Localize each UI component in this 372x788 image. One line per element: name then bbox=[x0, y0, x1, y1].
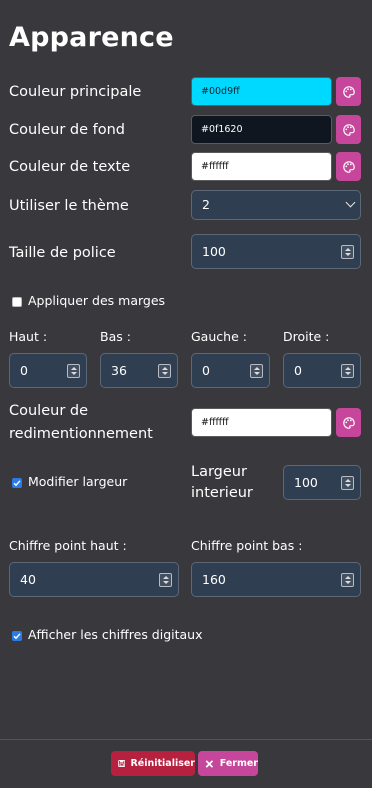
text-color-picker-button[interactable] bbox=[336, 152, 361, 181]
digit-top-value: 40 bbox=[20, 572, 36, 587]
resize-color-label-line2: redimentionnement bbox=[9, 426, 153, 442]
modify-width-checkbox[interactable] bbox=[12, 478, 22, 488]
theme-select-value: 2 bbox=[202, 197, 210, 212]
spinner-icon[interactable] bbox=[341, 476, 354, 490]
spinner-icon[interactable] bbox=[341, 245, 354, 259]
spinner-icon[interactable] bbox=[250, 364, 263, 378]
palette-icon bbox=[342, 123, 355, 136]
digit-bottom-input[interactable]: 160 bbox=[191, 562, 361, 597]
margin-left-input[interactable]: 0 bbox=[191, 353, 270, 388]
reset-button-label: Réinitialiser bbox=[130, 758, 195, 769]
font-size-label: Taille de police bbox=[9, 245, 116, 261]
digit-top-input[interactable]: 40 bbox=[9, 562, 179, 597]
background-color-input[interactable]: #0f1620 bbox=[191, 115, 332, 144]
palette-icon bbox=[342, 85, 355, 98]
page-title: Apparence bbox=[9, 22, 174, 53]
digit-bottom-value: 160 bbox=[202, 572, 226, 587]
resize-color-picker-button[interactable] bbox=[336, 408, 361, 437]
margin-top-input[interactable]: 0 bbox=[9, 353, 87, 388]
text-color-input[interactable]: #ffffff bbox=[191, 152, 332, 181]
primary-color-label: Couleur principale bbox=[9, 84, 142, 100]
theme-select[interactable]: 2 bbox=[191, 190, 361, 220]
digit-top-label: Chiffre point haut : bbox=[9, 538, 127, 553]
spinner-icon[interactable] bbox=[341, 573, 354, 587]
digit-bottom-label: Chiffre point bas : bbox=[191, 538, 303, 553]
primary-color-input[interactable]: #00d9ff bbox=[191, 77, 332, 106]
show-digits-checkbox[interactable] bbox=[12, 631, 22, 641]
margin-right-label: Droite : bbox=[283, 329, 330, 344]
close-button[interactable]: Fermer bbox=[198, 751, 258, 776]
background-color-picker-button[interactable] bbox=[336, 115, 361, 144]
chevron-down-icon bbox=[345, 197, 356, 208]
primary-color-picker-button[interactable] bbox=[336, 77, 361, 106]
margin-right-value: 0 bbox=[294, 363, 302, 378]
spinner-icon[interactable] bbox=[67, 364, 80, 378]
theme-label: Utiliser le thème bbox=[9, 198, 129, 214]
inner-width-value: 100 bbox=[294, 475, 318, 490]
margin-bottom-input[interactable]: 36 bbox=[100, 353, 178, 388]
font-size-input[interactable]: 100 bbox=[191, 234, 361, 269]
font-size-value: 100 bbox=[202, 244, 226, 259]
inner-width-label-line2: interieur bbox=[191, 485, 253, 501]
apply-margins-checkbox[interactable] bbox=[12, 297, 22, 307]
margin-bottom-label: Bas : bbox=[100, 329, 131, 344]
margin-left-label: Gauche : bbox=[191, 329, 247, 344]
close-icon bbox=[205, 760, 213, 767]
show-digits-label: Afficher les chiffres digitaux bbox=[28, 627, 203, 642]
footer-divider bbox=[0, 739, 372, 740]
margin-right-input[interactable]: 0 bbox=[283, 353, 361, 388]
resize-color-label-line1: Couleur de bbox=[9, 403, 89, 419]
background-color-label: Couleur de fond bbox=[9, 122, 125, 138]
spinner-icon[interactable] bbox=[159, 573, 172, 587]
reset-button[interactable]: Réinitialiser bbox=[111, 751, 195, 776]
palette-icon bbox=[342, 416, 355, 429]
close-button-label: Fermer bbox=[219, 758, 258, 769]
check-icon bbox=[13, 480, 21, 487]
inner-width-label-line1: Largeur bbox=[191, 464, 247, 480]
check-icon bbox=[13, 633, 21, 640]
margin-top-value: 0 bbox=[20, 363, 28, 378]
apply-margins-label: Appliquer des marges bbox=[28, 293, 166, 308]
margin-top-label: Haut : bbox=[9, 329, 48, 344]
resize-color-input[interactable]: #ffffff bbox=[191, 408, 332, 437]
modify-width-label: Modifier largeur bbox=[28, 474, 128, 489]
margin-left-value: 0 bbox=[202, 363, 210, 378]
save-icon bbox=[118, 760, 126, 767]
spinner-icon[interactable] bbox=[341, 364, 354, 378]
inner-width-input[interactable]: 100 bbox=[283, 465, 361, 500]
palette-icon bbox=[342, 160, 355, 173]
text-color-label: Couleur de texte bbox=[9, 159, 131, 175]
spinner-icon[interactable] bbox=[158, 364, 171, 378]
margin-bottom-value: 36 bbox=[111, 363, 127, 378]
